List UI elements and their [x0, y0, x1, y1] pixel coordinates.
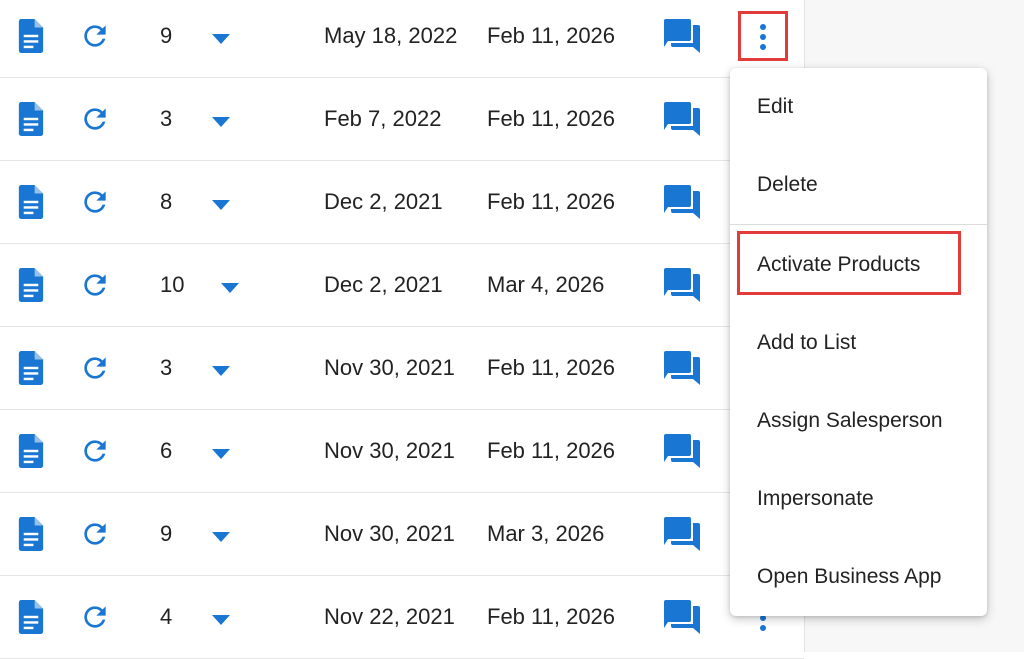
created-date: Nov 30, 2021 — [324, 521, 455, 546]
dropdown-caret-icon[interactable] — [212, 446, 230, 459]
created-date: Nov 30, 2021 — [324, 438, 455, 463]
refresh-icon[interactable] — [79, 601, 111, 633]
dropdown-caret-icon[interactable] — [212, 363, 230, 376]
updated-date: Feb 11, 2026 — [487, 604, 616, 629]
dropdown-caret-icon[interactable] — [212, 197, 230, 210]
document-icon[interactable] — [16, 19, 46, 53]
chat-icon[interactable] — [664, 102, 700, 136]
updated-date: Feb 11, 2026 — [487, 438, 616, 463]
updated-date: Feb 11, 2026 — [487, 355, 616, 380]
updated-date: Feb 11, 2026 — [487, 189, 616, 214]
menu-item-label: Add to List — [757, 331, 857, 354]
document-icon[interactable] — [16, 102, 46, 136]
chat-icon[interactable] — [664, 434, 700, 468]
chat-icon[interactable] — [664, 517, 700, 551]
menu-item-label: Edit — [757, 95, 794, 118]
refresh-icon[interactable] — [79, 518, 111, 550]
table-row: 6 Nov 30, 2021 Feb 11, 2026 — [0, 410, 804, 493]
updated-date: Mar 3, 2026 — [487, 521, 605, 546]
quantity-value: 4 — [160, 604, 173, 629]
refresh-icon[interactable] — [79, 20, 111, 52]
document-icon[interactable] — [16, 351, 46, 385]
updated-date: Mar 4, 2026 — [487, 272, 605, 297]
table-row: 8 Dec 2, 2021 Feb 11, 2026 — [0, 161, 804, 244]
menu-item-delete[interactable]: Delete — [730, 146, 987, 224]
dropdown-caret-icon[interactable] — [212, 114, 230, 127]
document-icon[interactable] — [16, 268, 46, 302]
table-row: 9 May 18, 2022 Feb 11, 2026 — [0, 0, 804, 78]
chat-icon[interactable] — [664, 185, 700, 219]
updated-date: Feb 11, 2026 — [487, 23, 616, 48]
menu-item-label: Impersonate — [757, 487, 874, 510]
table-row: 9 Nov 30, 2021 Mar 3, 2026 — [0, 493, 804, 576]
quantity-value: 3 — [160, 106, 173, 131]
menu-item-edit[interactable]: Edit — [730, 68, 987, 146]
table-row: 4 Nov 22, 2021 Feb 11, 2026 — [0, 576, 804, 659]
menu-divider — [730, 224, 987, 225]
chat-icon[interactable] — [664, 600, 700, 634]
menu-item-label: Activate Products — [757, 253, 921, 276]
menu-item-label: Delete — [757, 173, 818, 196]
table-row: 10 Dec 2, 2021 Mar 4, 2026 — [0, 244, 804, 327]
menu-item-add-to-list[interactable]: Add to List — [730, 304, 987, 382]
quantity-value: 9 — [160, 23, 173, 48]
quantity-value: 8 — [160, 189, 173, 214]
refresh-icon[interactable] — [79, 186, 111, 218]
created-date: Nov 30, 2021 — [324, 355, 455, 380]
dropdown-caret-icon[interactable] — [212, 612, 230, 625]
menu-item-impersonate[interactable]: Impersonate — [730, 460, 987, 538]
created-date: Feb 7, 2022 — [324, 106, 442, 131]
quantity-value: 10 — [160, 272, 185, 297]
document-icon[interactable] — [16, 185, 46, 219]
created-date: Dec 2, 2021 — [324, 272, 443, 297]
menu-item-label: Open Business App — [757, 565, 942, 588]
results-table: 9 May 18, 2022 Feb 11, 2026 3 Feb 7, 2022 Feb… — [0, 0, 804, 659]
table-row: 3 Feb 7, 2022 Feb 11, 2026 — [0, 78, 804, 161]
refresh-icon[interactable] — [79, 352, 111, 384]
quantity-value: 9 — [160, 521, 173, 546]
table-row: 3 Nov 30, 2021 Feb 11, 2026 — [0, 327, 804, 410]
row-actions-menu: Edit Delete Activate Products Add to Lis… — [730, 68, 987, 616]
chat-icon[interactable] — [664, 19, 700, 53]
quantity-value: 6 — [160, 438, 173, 463]
refresh-icon[interactable] — [79, 435, 111, 467]
menu-item-label: Assign Salesperson — [757, 409, 943, 432]
quantity-value: 3 — [160, 355, 173, 380]
updated-date: Feb 11, 2026 — [487, 106, 616, 131]
chat-icon[interactable] — [664, 268, 700, 302]
chat-icon[interactable] — [664, 351, 700, 385]
more-actions-button[interactable] — [738, 11, 788, 61]
menu-item-activate-products[interactable]: Activate Products — [730, 226, 987, 304]
created-date: Nov 22, 2021 — [324, 604, 455, 629]
menu-item-open-business-app[interactable]: Open Business App — [730, 538, 987, 616]
dropdown-caret-icon[interactable] — [212, 529, 230, 542]
dropdown-caret-icon[interactable] — [212, 31, 230, 44]
dropdown-caret-icon[interactable] — [221, 280, 239, 293]
created-date: Dec 2, 2021 — [324, 189, 443, 214]
refresh-icon[interactable] — [79, 269, 111, 301]
document-icon[interactable] — [16, 600, 46, 634]
created-date: May 18, 2022 — [324, 23, 458, 48]
document-icon[interactable] — [16, 517, 46, 551]
menu-item-assign-salesperson[interactable]: Assign Salesperson — [730, 382, 987, 460]
document-icon[interactable] — [16, 434, 46, 468]
refresh-icon[interactable] — [79, 103, 111, 135]
